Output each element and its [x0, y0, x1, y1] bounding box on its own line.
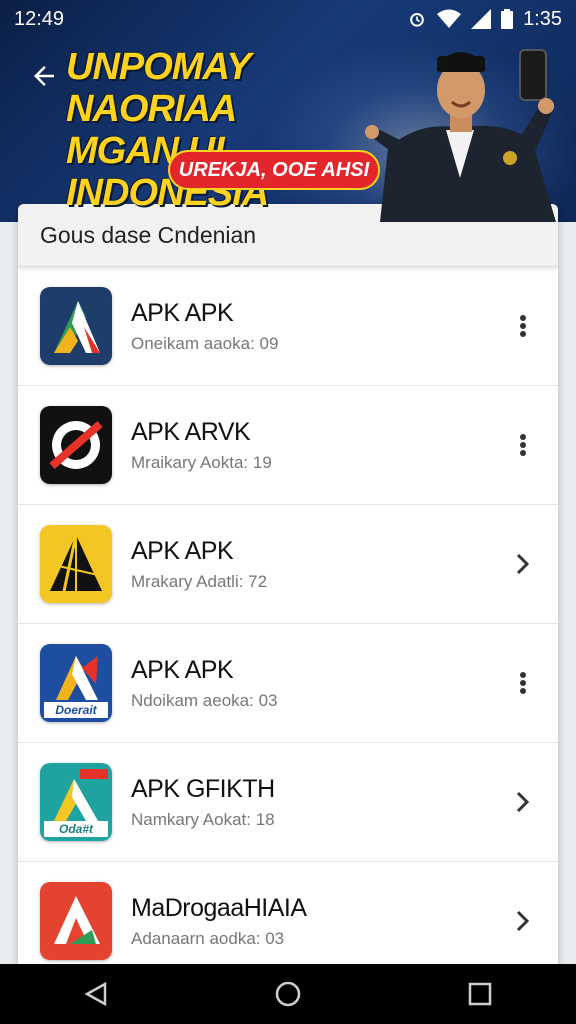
list-item[interactable]: Doerait APK APK Ndoikam aeoka: 03	[18, 624, 558, 743]
app-name: MaDrogaaHIAIA	[131, 893, 307, 922]
signal-icon	[471, 9, 492, 29]
banner-pill[interactable]: UREKJA, OOE AHSI	[168, 150, 380, 190]
status-bar: 12:49 1:35	[0, 0, 576, 38]
chevron-right-icon[interactable]	[508, 906, 538, 936]
app-subtitle: Oneikam aaoka: 09	[131, 333, 279, 353]
chevron-right-icon[interactable]	[508, 549, 538, 579]
list-item[interactable]: APK APK Oneikam aaoka: 09	[18, 267, 558, 386]
app-icon-4[interactable]: Doerait	[40, 644, 112, 722]
app-subtitle: Namkary Aokat: 18	[131, 809, 275, 829]
app-icon-5-label: Oda#t	[58, 822, 93, 836]
app-name: APK APK	[131, 655, 234, 684]
more-vert-icon[interactable]	[508, 430, 538, 460]
list-item[interactable]: APK APK Mrakary Adatli: 72	[18, 505, 558, 624]
battery-icon	[501, 9, 514, 29]
app-icon-5[interactable]: Oda#t	[40, 763, 112, 841]
app-subtitle: Mraikary Aokta: 19	[131, 452, 272, 472]
app-icon-4-label: Doerait	[55, 703, 97, 717]
app-name: APK APK	[131, 536, 234, 565]
more-vert-icon[interactable]	[508, 668, 538, 698]
app-icon-2[interactable]	[40, 406, 112, 484]
status-time-left: 12:49	[14, 7, 65, 30]
back-arrow-icon[interactable]	[26, 58, 62, 94]
navigation-bar	[0, 964, 576, 1024]
app-name: APK GFIKTH	[131, 774, 275, 803]
app-icon-6[interactable]	[40, 882, 112, 960]
status-time-right: 1:35	[523, 7, 562, 30]
list-item[interactable]: APK ARVK Mraikary Aokta: 19	[18, 386, 558, 505]
app-list-card: Gous dase Cndenian APK APK Oneikam aaoka…	[18, 204, 558, 968]
app-subtitle: Mrakary Adatli: 72	[131, 571, 268, 591]
chevron-right-icon[interactable]	[508, 787, 538, 817]
list-item[interactable]: MaDrogaaHIAIA Adanaarn aodka: 03	[18, 862, 558, 968]
more-vert-icon[interactable]	[508, 311, 538, 341]
nav-back-icon[interactable]	[76, 974, 116, 1014]
list-item[interactable]: Oda#t APK GFIKTH Namkary Aokat: 18	[18, 743, 558, 862]
app-subtitle: Ndoikam aeoka: 03	[131, 690, 278, 710]
app-icon-3[interactable]	[40, 525, 112, 603]
app-list: APK APK Oneikam aaoka: 09 APK ARVK Mraik…	[18, 267, 558, 968]
wifi-icon	[437, 9, 462, 29]
app-name: APK ARVK	[131, 417, 251, 446]
app-icon-1[interactable]	[40, 287, 112, 365]
app-subtitle: Adanaarn aodka: 03	[131, 928, 285, 948]
nav-home-icon[interactable]	[268, 974, 308, 1014]
app-name: APK APK	[131, 298, 234, 327]
nav-recents-icon[interactable]	[460, 974, 500, 1014]
alarm-icon	[407, 9, 427, 29]
